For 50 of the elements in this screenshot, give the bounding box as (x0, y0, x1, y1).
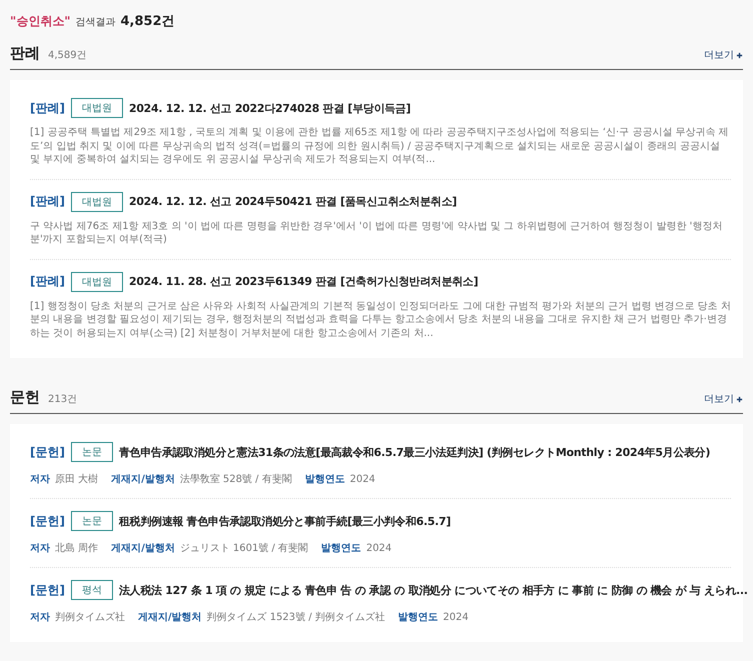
result-title[interactable]: 2024. 12. 12. 선고 2022다274028 판결 [부당이득금] (128, 100, 411, 116)
more-link[interactable]: 더보기 (704, 48, 743, 62)
result-summary: [1] 공공주택 특별법 제29조 제1항 , 국토의 계획 및 이용에 관한 법률 제65조 제1항 에 따라 공공주택지구조성사업에 적용되는 ‘신·구 공공시설 무상귀속 제도’의 입법 취지 및 이에 따른 무상귀속의 법적 성격(=법률의 규정에 의한 원시취득) / 공공주택지구계획으로 설치되는 새로운 공공시설이 종래의 공공시설 및 부지에 중복하여 설치되는 경우에도 위 공공시설 무상귀속 제도가 적용되는지 여부(적... (30, 126, 730, 166)
result-title[interactable]: 青色申告承認取消処分と憲法31条の法意[最高裁令和6.5.7最三小法廷判決] (判例セレクトMonthly : 2024年5月公表分) (118, 444, 710, 460)
search-keyword: "승인취소" (10, 13, 71, 30)
meta-label: 저자 (30, 611, 50, 624)
meta-value: 法學敎室 528號 / 有斐閣 (180, 472, 292, 486)
result-title[interactable]: 2024. 11. 28. 선고 2023두61349 판결 [건축허가신청반려처분취소] (128, 274, 478, 289)
result-summary: [1] 행정청이 당초 처분의 근거로 삼은 사유와 사회적 사실관계의 기본적 동일성이 인정되더라도 그에 대한 규범적 평가와 처분의 근거 법령 변경으로 당초 처분의 내용을 변경할 필요성이 제기되는 경우, 행정처분의 적법성과 효력을 다투는 항고소송에서 당초 처분의 내용을 그대로 유지한 채 근거 법령만 추가·변경하는 것이 허용되는지 여부(소극) [2] 처분청이 거부처분에 대한 항고소송에서 기존의 처... (30, 300, 731, 340)
meta-label: 발행연도 (304, 473, 345, 486)
meta-label: 게재지/발행처 (111, 473, 175, 486)
meta-value: 2024 (443, 612, 468, 623)
court-tag: 대법원 (70, 272, 123, 292)
category-link[interactable]: [판례] (30, 273, 65, 290)
meta-value: ジュリスト 1601號 / 有斐閣 (180, 542, 308, 555)
meta-value: 2024 (366, 543, 392, 554)
meta-value: 原田 大樹 (55, 472, 98, 486)
section-count: 213건 (48, 393, 78, 406)
court-tag: 논문 (70, 511, 113, 531)
meta-label: 저자 (30, 542, 50, 555)
court-tag: 대법원 (70, 98, 123, 118)
plus-icon (736, 52, 743, 58)
result-title[interactable]: 2024. 12. 12. 선고 2024두50421 판결 [품목신고취소처분취소] (128, 194, 457, 209)
result-title[interactable]: 法人税法 127 条 1 項 の 規定 による 青色申 告 の 承認 の 取消処分 についてその 相手方 に 事前 に 防御 の 機会 が 与 えられ... (118, 582, 748, 598)
meta-value: 北島 周作 (55, 542, 98, 555)
more-link[interactable]: 더보기 (704, 392, 743, 406)
result-count: 4,852건 (120, 13, 175, 30)
court-tag: 대법원 (70, 192, 123, 212)
result-title[interactable]: 租税判例速報 青色申告承認取消処分と事前手続[最三小判令和6.5.7] (118, 514, 451, 528)
category-link[interactable]: [문헌] (30, 582, 65, 598)
section-title: 판례 (10, 44, 40, 63)
category-link[interactable]: [문헌] (30, 444, 65, 460)
meta-label: 게재지/발행처 (111, 542, 175, 555)
meta-label: 저자 (30, 473, 50, 486)
category-link[interactable]: [판례] (30, 193, 65, 210)
section-count: 4,589건 (48, 49, 87, 62)
meta-value: 判例タイムズ 1523號 / 判例タイムズ社 (206, 610, 386, 624)
meta-label: 게재지/발행처 (138, 611, 202, 624)
category-link[interactable]: [판례] (30, 100, 65, 116)
meta-label: 발행연도 (321, 542, 362, 555)
meta-value: 判例タイムズ社 (55, 610, 125, 624)
court-tag: 평석 (70, 580, 113, 600)
meta-value: 2024 (350, 474, 376, 485)
result-summary: 구 약사법 제76조 제1항 제3호 의 '이 법에 따른 명령을 위반한 경우'에서 '이 법에 따른 명령'에 약사법 및 그 하위법령에 근거하여 행정청이 발령한 '행정처분'까지 포함되는지 여부(적극) (30, 220, 724, 246)
section-title: 문헌 (10, 388, 40, 407)
result-label: 검색결과 (76, 16, 116, 29)
court-tag: 논문 (70, 442, 113, 462)
category-link[interactable]: [문헌] (30, 512, 65, 530)
plus-icon (736, 396, 743, 402)
meta-label: 발행연도 (398, 611, 438, 624)
